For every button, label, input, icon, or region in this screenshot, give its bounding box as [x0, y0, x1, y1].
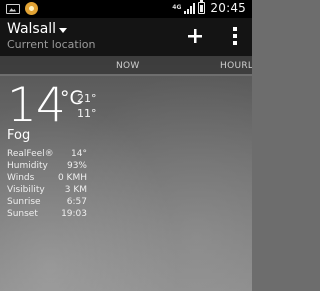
detail-label: RealFeel®	[7, 149, 54, 159]
detail-label: Visibility	[7, 185, 45, 195]
weather-condition: Fog	[7, 128, 31, 143]
plus-icon	[188, 29, 202, 43]
detail-label: Sunset	[7, 209, 38, 219]
detail-row-sunrise: Sunrise 6:57	[7, 196, 87, 208]
detail-row-sunset: Sunset 19:03	[7, 208, 87, 220]
detail-row-realfeel: RealFeel® 14°	[7, 148, 87, 160]
status-indicators: 4G 20:45	[172, 0, 246, 15]
low-temperature: 11°	[77, 107, 97, 120]
image-notification-icon	[6, 3, 20, 14]
overflow-menu-button[interactable]	[229, 25, 241, 47]
detail-row-humidity: Humidity 93%	[7, 160, 87, 172]
add-location-button[interactable]	[184, 25, 206, 47]
network-type-label: 4G	[172, 4, 182, 11]
detail-value: 6:57	[66, 197, 87, 207]
detail-label: Sunrise	[7, 197, 41, 207]
overflow-dot-icon	[233, 34, 237, 38]
detail-value: 0 KMH	[57, 173, 87, 183]
weather-details: RealFeel® 14° Humidity 93% Winds 0 KMH V…	[7, 148, 87, 220]
status-notifications	[6, 2, 38, 15]
detail-row-visibility: Visibility 3 KM	[7, 184, 87, 196]
forecast-tabs: NOW HOURL	[0, 56, 252, 76]
network-type: 4G	[172, 5, 181, 11]
detail-value: 19:03	[61, 209, 87, 219]
location-selector[interactable]: Walsall Current location	[7, 21, 95, 51]
tab-hourly[interactable]: HOURL	[220, 61, 252, 71]
battery-icon	[198, 0, 206, 14]
overflow-dot-icon	[233, 27, 237, 31]
detail-value: 14°	[71, 149, 87, 159]
tab-now[interactable]: NOW	[116, 61, 140, 71]
status-bar: 4G 20:45	[0, 0, 252, 18]
status-time: 20:45	[210, 1, 246, 15]
signal-strength-icon	[184, 2, 196, 14]
overflow-dot-icon	[233, 41, 237, 45]
detail-value: 3 KM	[64, 185, 87, 195]
city-name: Walsall	[7, 21, 57, 37]
weather-notification-icon	[25, 2, 38, 15]
detail-label: Humidity	[7, 161, 48, 171]
detail-row-winds: Winds 0 KMH	[7, 172, 87, 184]
current-temperature: 14	[7, 78, 66, 133]
tab-divider	[0, 74, 252, 76]
weather-app: 4G 20:45 Walsall Current location NOW HO…	[0, 0, 252, 291]
dropdown-caret-icon	[59, 27, 68, 33]
action-bar: Walsall Current location	[0, 18, 252, 56]
location-subtitle: Current location	[7, 38, 96, 51]
detail-label: Winds	[7, 173, 35, 183]
detail-value: 93%	[66, 161, 87, 171]
high-temperature: 21°	[77, 92, 97, 105]
